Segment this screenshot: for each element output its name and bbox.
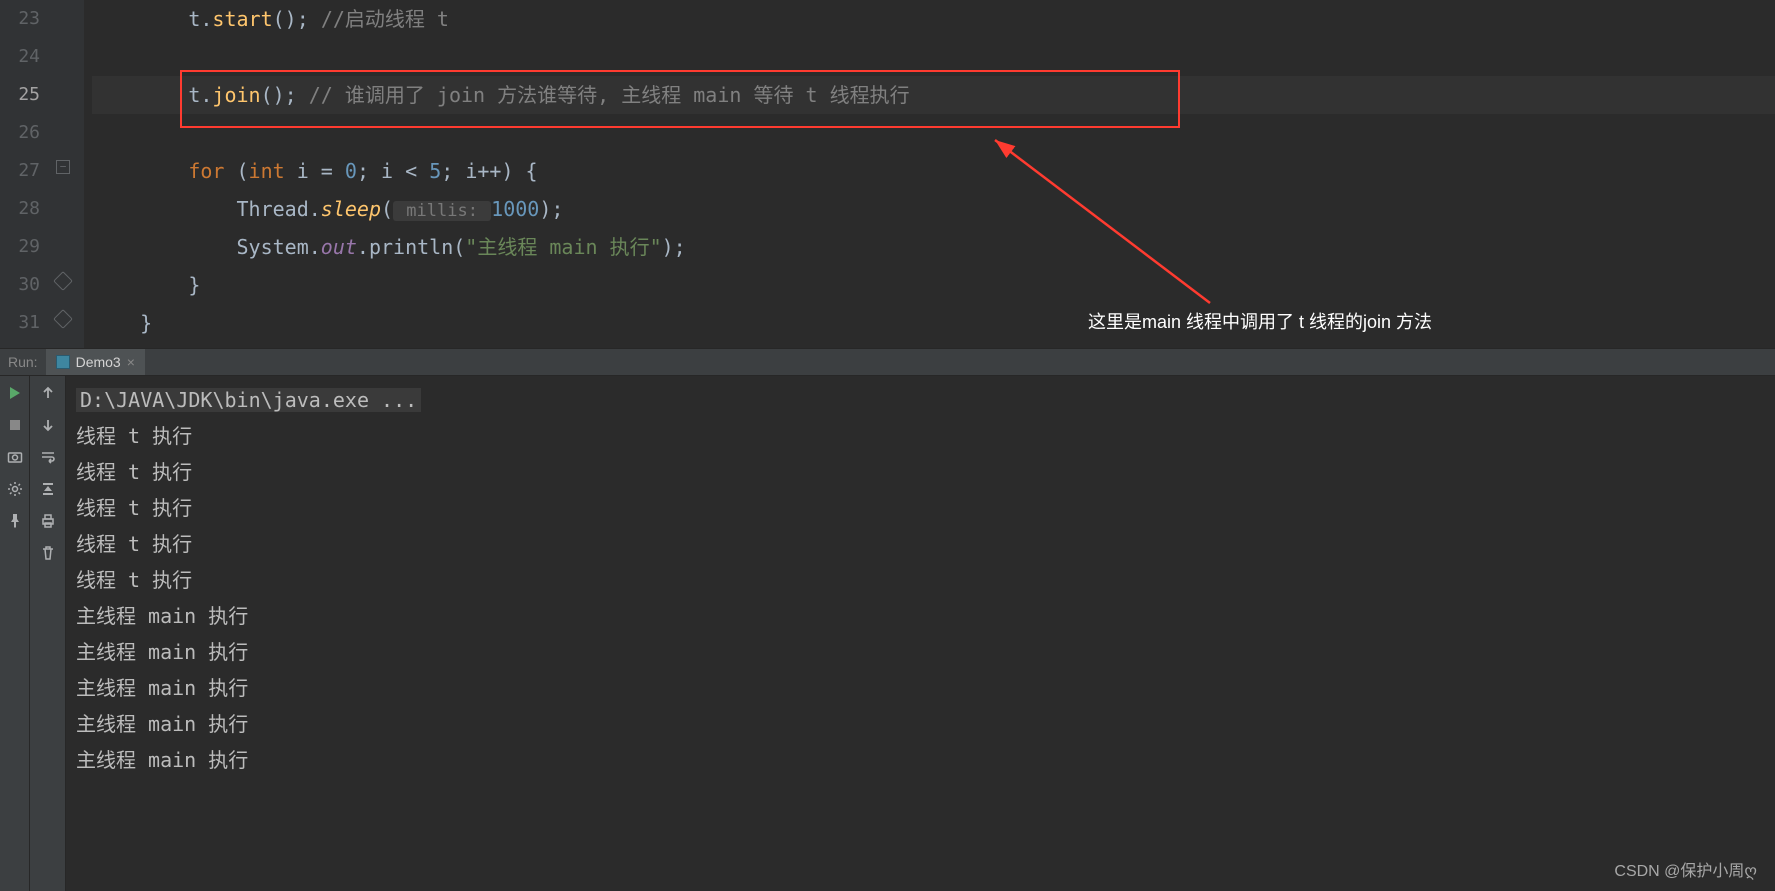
line-number: 31 [0, 304, 40, 342]
line-number: 26 [0, 114, 40, 152]
code-line[interactable]: for (int i = 0; i < 5; i++) { [92, 152, 1775, 190]
up-icon[interactable] [39, 384, 57, 402]
fold-open-icon[interactable]: − [56, 160, 70, 174]
stop-icon[interactable] [6, 416, 24, 434]
run-toolbar-right [30, 376, 66, 891]
fold-close-icon[interactable] [53, 309, 73, 329]
rerun-icon[interactable] [6, 384, 24, 402]
soft-wrap-icon[interactable] [39, 448, 57, 466]
run-header: Run: Demo3 × [0, 348, 1775, 376]
pin-icon[interactable] [6, 512, 24, 530]
console-line: 主线程 main 执行 [76, 706, 1765, 742]
code-line[interactable]: } [92, 304, 1775, 342]
code-line[interactable]: System.out.println("主线程 main 执行"); [92, 228, 1775, 266]
code-area[interactable]: t.start(); //启动线程 t t.join(); // 谁调用了 jo… [84, 0, 1775, 348]
console-line: 主线程 main 执行 [76, 742, 1765, 778]
console-line: 线程 t 执行 [76, 418, 1765, 454]
console-line: 主线程 main 执行 [76, 634, 1765, 670]
fold-close-icon[interactable] [53, 271, 73, 291]
code-editor[interactable]: 23 24 25 26 27 28 29 30 31 − t.start(); … [0, 0, 1775, 348]
console-line: 主线程 main 执行 [76, 598, 1765, 634]
console-line: 线程 t 执行 [76, 454, 1765, 490]
console-line: 主线程 main 执行 [76, 670, 1765, 706]
watermark: CSDN @保护小周ღ [1614, 857, 1757, 881]
line-number: 23 [0, 0, 40, 38]
line-number: 27 [0, 152, 40, 190]
code-line[interactable]: t.join(); // 谁调用了 join 方法谁等待, 主线程 main 等… [92, 76, 1775, 114]
annotation-text: 这里是main 线程中调用了 t 线程的join 方法 [1088, 308, 1432, 334]
line-number-gutter: 23 24 25 26 27 28 29 30 31 [0, 0, 52, 348]
console-line: 线程 t 执行 [76, 526, 1765, 562]
down-icon[interactable] [39, 416, 57, 434]
run-toolbar-left [0, 376, 30, 891]
line-number: 30 [0, 266, 40, 304]
run-label: Run: [0, 354, 46, 370]
line-number: 25 [0, 76, 40, 114]
code-line[interactable]: Thread.sleep( millis: 1000); [92, 190, 1775, 228]
line-number: 28 [0, 190, 40, 228]
run-tab[interactable]: Demo3 × [46, 349, 145, 375]
close-icon[interactable]: × [127, 354, 135, 370]
camera-icon[interactable] [6, 448, 24, 466]
console-command: D:\JAVA\JDK\bin\java.exe ... [76, 382, 1765, 418]
line-number: 24 [0, 38, 40, 76]
code-line[interactable]: } [92, 266, 1775, 304]
line-number: 29 [0, 228, 40, 266]
code-line[interactable] [92, 114, 1775, 152]
print-icon[interactable] [39, 512, 57, 530]
trash-icon[interactable] [39, 544, 57, 562]
console-line: 线程 t 执行 [76, 562, 1765, 598]
run-tool-window: Run: Demo3 × [0, 348, 1775, 891]
console-output[interactable]: D:\JAVA\JDK\bin\java.exe ... 线程 t 执行 线程 … [66, 376, 1775, 891]
settings-icon[interactable] [6, 480, 24, 498]
scroll-to-end-icon[interactable] [39, 480, 57, 498]
fold-gutter: − [52, 0, 84, 348]
code-line[interactable]: t.start(); //启动线程 t [92, 0, 1775, 38]
console-line: 线程 t 执行 [76, 490, 1765, 526]
code-line[interactable] [92, 38, 1775, 76]
run-tab-name: Demo3 [76, 354, 121, 370]
run-config-icon [56, 355, 70, 369]
